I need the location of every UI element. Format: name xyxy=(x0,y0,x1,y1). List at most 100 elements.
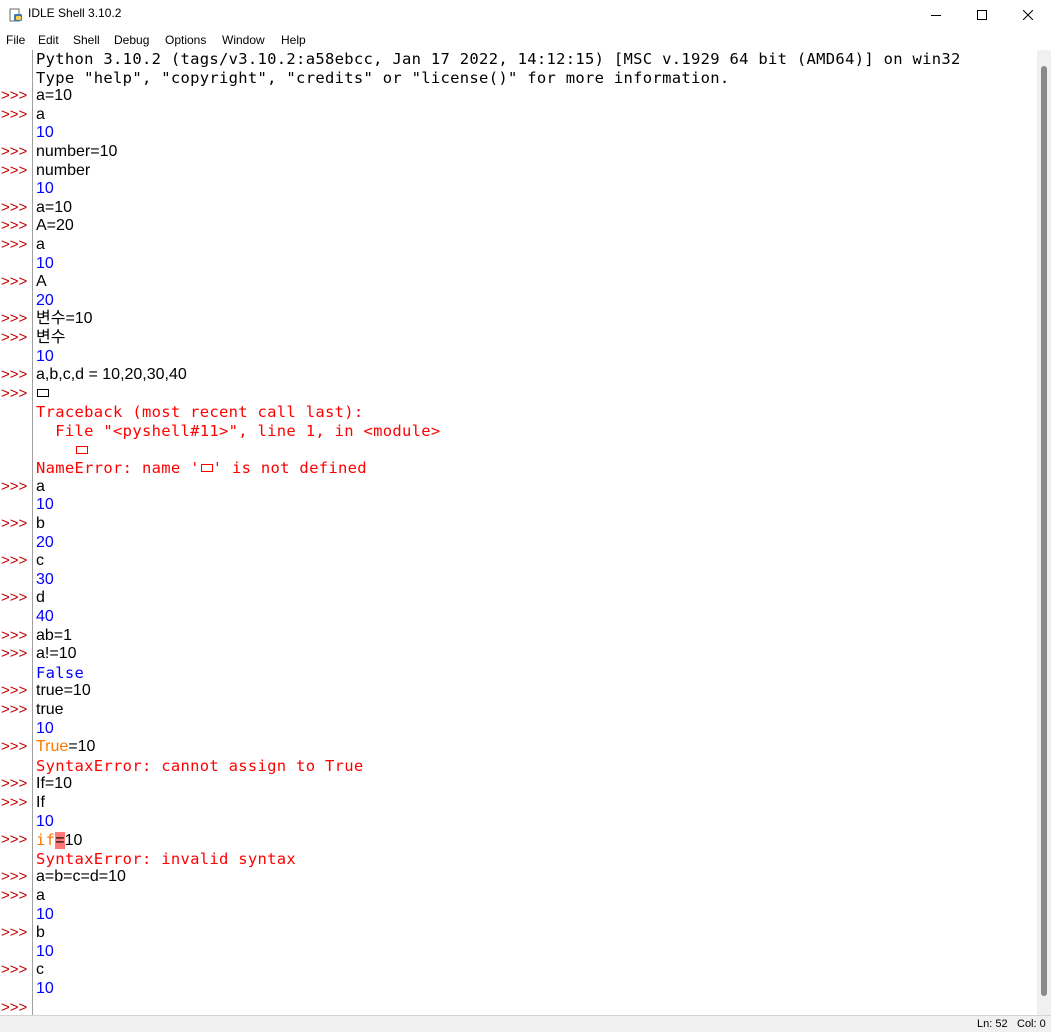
banner-line: Type "help", "copyright", "credits" or "… xyxy=(36,68,730,87)
shell-editor[interactable]: >>> >>> >>> >>> >>> >>> >>> >>> >>> >>> >>> >>> >>> >… xyxy=(0,50,1051,1015)
input-line: a=b=c=d=10 xyxy=(36,868,126,886)
python-idle-icon xyxy=(9,7,23,22)
menu-debug[interactable]: Debug xyxy=(114,33,149,47)
status-line: Ln: 52 xyxy=(977,1018,1008,1030)
output-line: 10 xyxy=(36,942,54,960)
shell-prompt: >>> xyxy=(1,738,28,756)
shell-prompt: >>> xyxy=(1,236,28,253)
output-line: 10 xyxy=(36,905,54,923)
shell-prompt: >>> xyxy=(1,682,28,700)
error-caret-line xyxy=(36,441,88,460)
shell-prompt: >>> xyxy=(1,998,28,1015)
input-line: true=10 xyxy=(36,682,91,700)
close-button[interactable] xyxy=(1005,0,1051,30)
input-line: a xyxy=(36,477,45,495)
input-line: If xyxy=(36,794,45,811)
shell-prompt: >>> xyxy=(1,552,28,570)
input-line: a xyxy=(36,105,45,123)
prompt-gutter: >>> >>> >>> >>> >>> >>> >>> >>> >>> >>> >>> >>> >>> >… xyxy=(0,50,33,1015)
scrollbar-thumb[interactable] xyxy=(1041,66,1047,996)
shell-prompt: >>> xyxy=(1,515,28,532)
shell-prompt: >>> xyxy=(1,887,28,904)
menu-bar: File Edit Shell Debug Options Window Hel… xyxy=(0,30,1051,50)
menu-file[interactable]: File xyxy=(6,33,25,47)
input-text: 10 xyxy=(64,832,83,850)
input-line: True=10 xyxy=(36,738,95,757)
input-line: a,b,c,d = 10,20,30,40 xyxy=(36,366,187,384)
output-line: 10 xyxy=(36,180,54,198)
input-line: 변수 xyxy=(36,329,66,346)
shell-prompt: >>> xyxy=(1,310,28,328)
input-line xyxy=(36,385,49,404)
shell-prompt: >>> xyxy=(1,924,28,942)
input-line: ab=1 xyxy=(36,626,73,644)
shell-prompt: >>> xyxy=(1,161,28,179)
shell-text[interactable]: Python 3.10.2 (tags/v3.10.2:a58ebcc, Jan… xyxy=(33,50,1037,1015)
input-line: c xyxy=(36,552,44,570)
shell-prompt: >>> xyxy=(1,384,28,402)
output-line: 10 xyxy=(36,124,54,142)
menu-edit[interactable]: Edit xyxy=(38,33,59,47)
output-line: 20 xyxy=(36,291,54,309)
minimize-button[interactable] xyxy=(913,0,959,30)
input-line: a xyxy=(36,887,45,904)
maximize-button[interactable] xyxy=(959,0,1005,30)
shell-prompt: >>> xyxy=(1,626,28,644)
shell-prompt: >>> xyxy=(1,366,28,384)
missing-glyph-box xyxy=(75,445,88,454)
input-line: a=10 xyxy=(36,198,73,216)
shell-prompt: >>> xyxy=(1,701,28,718)
shell-prompt: >>> xyxy=(1,794,28,811)
error-text xyxy=(36,441,75,459)
menu-help[interactable]: Help xyxy=(281,33,306,47)
menu-shell[interactable]: Shell xyxy=(73,33,100,47)
input-line: a=10 xyxy=(36,87,73,105)
output-line: 40 xyxy=(36,608,54,625)
shell-prompt: >>> xyxy=(1,775,28,793)
input-line: number=10 xyxy=(36,143,118,160)
input-line: 변수=10 xyxy=(36,310,93,328)
keyword-token: if xyxy=(36,831,56,850)
input-line: A xyxy=(36,273,47,291)
error-line: NameError: name ' ' is not defined xyxy=(36,459,367,478)
output-line: 10 xyxy=(36,347,54,365)
shell-prompt: >>> xyxy=(1,273,28,291)
error-line: SyntaxError: invalid syntax xyxy=(36,849,297,868)
status-col: Col: 0 xyxy=(1017,1018,1046,1030)
error-line: File "<pyshell#11>", line 1, in <module> xyxy=(36,422,441,440)
shell-prompt: >>> xyxy=(1,217,28,235)
input-line: d xyxy=(36,589,45,607)
input-line: b xyxy=(36,515,45,532)
input-line: A=20 xyxy=(36,217,74,235)
menu-options[interactable]: Options xyxy=(165,33,206,47)
shell-prompt: >>> xyxy=(1,589,28,607)
title-bar: IDLE Shell 3.10.2 xyxy=(0,0,1051,30)
output-line: 20 xyxy=(36,533,54,551)
output-line: 10 xyxy=(36,980,54,997)
error-line: SyntaxError: cannot assign to True xyxy=(36,756,364,775)
shell-prompt: >>> xyxy=(1,961,28,979)
banner-line: Python 3.10.2 (tags/v3.10.2:a58ebcc, Jan… xyxy=(36,50,961,68)
input-line: true xyxy=(36,701,64,718)
window-title: IDLE Shell 3.10.2 xyxy=(28,6,122,20)
output-line: 10 xyxy=(36,812,54,830)
shell-prompt: >>> xyxy=(1,105,28,123)
shell-prompt: >>> xyxy=(1,143,28,160)
output-line: 10 xyxy=(36,254,54,272)
shell-prompt: >>> xyxy=(1,645,28,663)
keyword-token: True xyxy=(36,738,69,756)
output-line: 30 xyxy=(36,570,54,588)
input-line: number xyxy=(36,161,91,179)
input-line: a!=10 xyxy=(36,645,77,663)
shell-prompt: >>> xyxy=(1,87,28,105)
shell-prompt: >>> xyxy=(1,329,28,346)
output-line: 10 xyxy=(36,496,54,514)
vertical-scrollbar[interactable] xyxy=(1037,50,1051,1015)
error-line: Traceback (most recent call last): xyxy=(36,403,364,422)
output-line: False xyxy=(36,663,85,682)
input-line: b xyxy=(36,924,45,942)
menu-window[interactable]: Window xyxy=(222,33,265,47)
input-text: =10 xyxy=(68,738,96,756)
status-bar: Ln: 52 Col: 0 xyxy=(0,1015,1051,1032)
shell-prompt: >>> xyxy=(1,868,28,886)
